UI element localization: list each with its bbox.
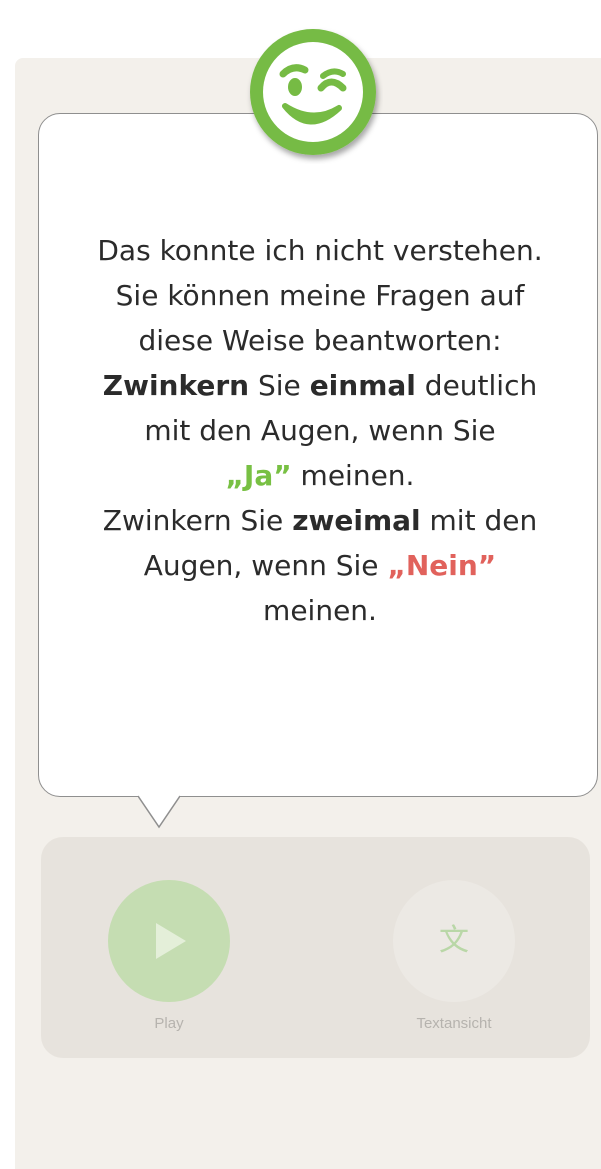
- no-keyword: „Nein”: [387, 549, 497, 582]
- message-line: Augen, wenn Sie „Nein”: [60, 543, 580, 588]
- text-view-button-circle[interactable]: 文: [393, 880, 515, 1002]
- message-line: Sie können meine Fragen auf: [115, 279, 525, 312]
- controls-bar: Play 文 Textansicht: [41, 837, 590, 1058]
- message-line: meinen.: [263, 594, 377, 627]
- emphasis-text: Zwinkern: [102, 369, 250, 402]
- message-text: mit den: [420, 504, 538, 537]
- message-line: Zwinkern Sie zweimal mit den: [60, 498, 580, 543]
- message-text: deutlich: [415, 369, 538, 402]
- play-button-circle[interactable]: [108, 880, 230, 1002]
- winking-face-icon: [243, 24, 383, 164]
- play-icon: [156, 923, 186, 959]
- message-line: „Ja” meinen.: [60, 453, 580, 498]
- emphasis-text: zweimal: [292, 504, 421, 537]
- message-line: mit den Augen, wenn Sie: [144, 414, 496, 447]
- emphasis-text: einmal: [309, 369, 416, 402]
- message-line: Zwinkern Sie einmal deutlich: [60, 363, 580, 408]
- message-text: Augen, wenn Sie: [143, 549, 388, 582]
- message-text: Zwinkern Sie: [102, 504, 293, 537]
- translate-icon: 文: [439, 923, 469, 958]
- text-view-label: Textansicht: [416, 1015, 492, 1032]
- message-line: Das konnte ich nicht verstehen.: [97, 234, 543, 267]
- yes-keyword: „Ja”: [225, 459, 292, 492]
- message-line: diese Weise beantworten:: [138, 324, 502, 357]
- error-message: Das konnte ich nicht verstehen. Sie könn…: [60, 228, 580, 633]
- speech-bubble-tail: [138, 795, 180, 829]
- play-button[interactable]: Play: [89, 880, 249, 1032]
- message-text: meinen.: [291, 459, 415, 492]
- text-view-button[interactable]: 文 Textansicht: [374, 880, 534, 1032]
- message-text: Sie: [249, 369, 310, 402]
- play-label: Play: [154, 1015, 184, 1032]
